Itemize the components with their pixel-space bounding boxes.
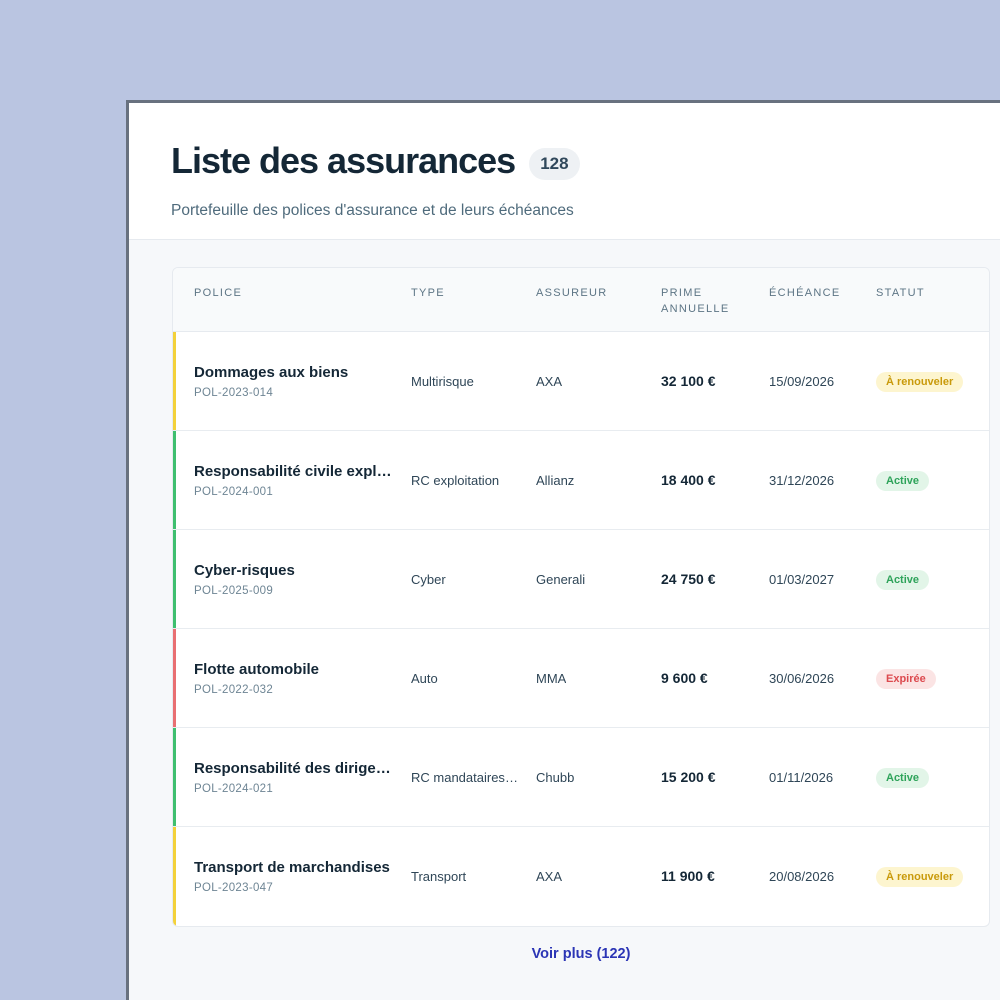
policy-insurer: AXA — [536, 869, 563, 884]
policy-name: Responsabilité civile exploitation — [194, 463, 399, 480]
row-status-bar — [173, 530, 176, 628]
policy-due-date: 30/06/2026 — [769, 671, 835, 686]
page-header: Liste des assurances 128 Portefeuille de… — [129, 103, 1000, 240]
status-badge: À renouveler — [876, 372, 964, 392]
policy-premium: 18 400 € — [661, 472, 716, 488]
policy-type: Auto — [411, 671, 438, 686]
column-header-type[interactable]: TYPE — [411, 285, 445, 301]
policy-type: Multirisque — [411, 374, 474, 389]
row-status-bar — [173, 827, 176, 926]
row-status-bar — [173, 431, 176, 529]
page-title: Liste des assurances — [171, 140, 516, 181]
column-header-prime-line1: PRIME — [661, 287, 703, 299]
table-header: POLICE TYPE ASSUREUR PRIME ANNUELLE ÉCHÉ… — [173, 268, 989, 332]
policy-name: Responsabilité des dirigeants — [194, 760, 399, 777]
column-header-echeance[interactable]: ÉCHÉANCE — [769, 285, 841, 301]
policy-due-date: 01/11/2026 — [769, 770, 834, 785]
policy-id: POL-2024-021 — [194, 783, 274, 795]
policy-premium: 9 600 € — [661, 670, 708, 686]
policy-type: RC exploitation — [411, 473, 500, 488]
policy-due-date: 01/03/2027 — [769, 572, 835, 587]
policy-name: Flotte automobile — [194, 661, 319, 678]
policy-id: POL-2025-009 — [194, 585, 274, 597]
title-row: Liste des assurances 128 — [171, 140, 1000, 182]
policy-premium: 24 750 € — [661, 571, 716, 587]
page-subtitle: Portefeuille des polices d'assurance et … — [171, 202, 574, 219]
column-header-statut[interactable]: STATUT — [876, 285, 925, 301]
column-header-assureur[interactable]: ASSUREUR — [536, 285, 608, 301]
status-badge: Active — [876, 471, 930, 491]
policy-id: POL-2024-001 — [194, 486, 274, 498]
policy-due-date: 15/09/2026 — [769, 374, 835, 389]
column-header-prime[interactable]: PRIME ANNUELLE — [661, 285, 729, 317]
policy-premium: 11 900 € — [661, 868, 715, 884]
table-row[interactable]: Responsabilité des dirigeants POL-2024-0… — [173, 728, 989, 827]
status-badge: À renouveler — [876, 867, 964, 887]
policy-insurer: AXA — [536, 374, 563, 389]
table-row[interactable]: Flotte automobile POL-2022-032 Auto MMA … — [173, 629, 989, 728]
policy-premium: 15 200 € — [661, 769, 716, 785]
policy-id: POL-2023-014 — [194, 387, 274, 399]
table-row[interactable]: Responsabilité civile exploitation POL-2… — [173, 431, 989, 530]
column-header-police[interactable]: POLICE — [194, 285, 242, 301]
row-status-bar — [173, 728, 176, 826]
table-row[interactable]: Transport de marchandises POL-2023-047 T… — [173, 827, 989, 926]
policy-insurer: Allianz — [536, 473, 575, 488]
insurance-list-window: Liste des assurances 128 Portefeuille de… — [126, 100, 1000, 1000]
policies-table: POLICE TYPE ASSUREUR PRIME ANNUELLE ÉCHÉ… — [172, 267, 990, 927]
row-status-bar — [173, 629, 176, 727]
policy-name: Cyber-risques — [194, 562, 295, 579]
status-badge: Active — [876, 570, 930, 590]
policy-insurer: Chubb — [536, 770, 575, 785]
policy-id: POL-2023-047 — [194, 882, 274, 894]
policy-type: Transport — [411, 869, 467, 884]
status-badge: Expirée — [876, 669, 936, 689]
count-badge: 128 — [529, 148, 580, 180]
policy-id: POL-2022-032 — [194, 684, 274, 696]
status-badge: Active — [876, 768, 930, 788]
column-header-prime-line2: ANNUELLE — [661, 303, 730, 315]
policy-type: Cyber — [411, 572, 446, 587]
row-status-bar — [173, 332, 176, 430]
policy-due-date: 31/12/2026 — [769, 473, 835, 488]
table-row[interactable]: Dommages aux biens POL-2023-014 Multiris… — [173, 332, 989, 431]
policy-name: Dommages aux biens — [194, 364, 349, 381]
policy-due-date: 20/08/2026 — [769, 869, 835, 884]
policy-type: RC mandataires sociaux — [411, 770, 521, 785]
table-row[interactable]: Cyber-risques POL-2025-009 Cyber General… — [173, 530, 989, 629]
policy-premium: 32 100 € — [661, 373, 716, 389]
see-more-link[interactable]: Voir plus (122) — [129, 946, 1000, 962]
policy-name: Transport de marchandises — [194, 859, 390, 876]
policy-insurer: Generali — [536, 572, 586, 587]
policy-insurer: MMA — [536, 671, 567, 686]
